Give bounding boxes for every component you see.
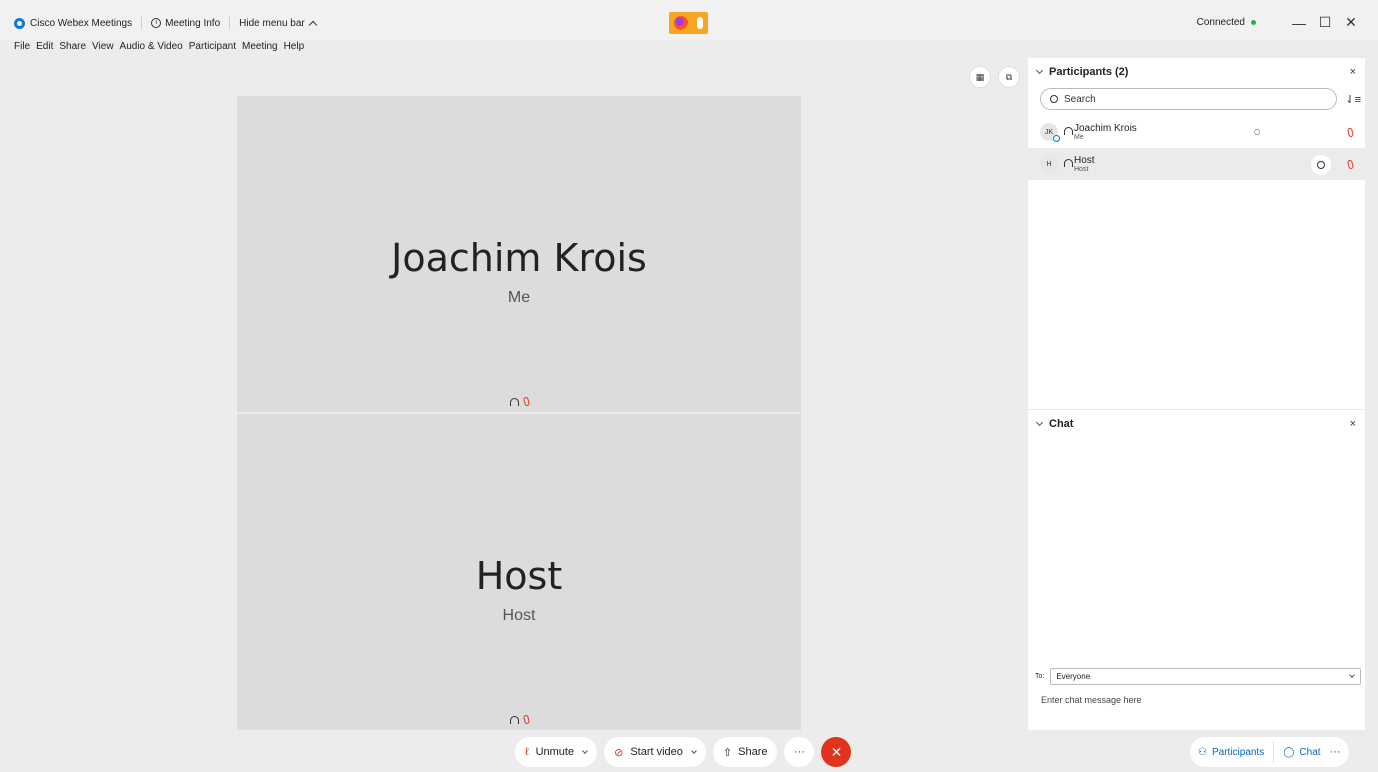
share-icon: ⇧ <box>722 746 733 759</box>
avatar: H <box>1040 155 1058 173</box>
search-icon <box>1050 95 1058 103</box>
mic-muted-icon[interactable] <box>1346 127 1355 138</box>
menu-bar: File Edit Share View Audio & Video Parti… <box>14 41 310 52</box>
info-icon: i <box>151 18 162 28</box>
mic-muted-icon[interactable] <box>1346 159 1355 170</box>
participant-row[interactable]: JK Joachim Krois Me ⍥ <box>1028 116 1365 148</box>
title-bar-right: Connected — ☐ ✕ <box>1197 14 1364 31</box>
search-placeholder: Search <box>1064 93 1096 105</box>
firefox-sharing-indicator[interactable] <box>669 12 708 34</box>
panel-toggles: ⚇ Participants ◯ Chat ··· <box>1190 737 1349 767</box>
close-chat-button[interactable]: × <box>1350 418 1356 430</box>
mic-muted-icon <box>522 396 530 407</box>
start-video-button[interactable]: ⊘ Start video <box>604 737 706 767</box>
menu-audio-video[interactable]: Audio & Video <box>120 41 183 52</box>
chat-panel: Chat × To: Everyone Enter chat message h… <box>1028 410 1365 730</box>
chevron-down-icon[interactable] <box>582 747 588 754</box>
close-participants-button[interactable]: × <box>1350 66 1356 78</box>
participants-header[interactable]: Participants (2) × <box>1028 58 1365 86</box>
tile-role: Host <box>502 607 536 624</box>
people-icon: ⚇ <box>1198 746 1207 758</box>
tile-name: Joachim Krois <box>391 236 647 280</box>
title-bar-left: Cisco Webex Meetings i Meeting Info Hide… <box>14 17 317 29</box>
participant-name: Host <box>1074 155 1095 166</box>
grid-icon: ▦ <box>975 71 985 82</box>
menu-share[interactable]: Share <box>59 41 86 52</box>
participants-title: Participants (2) <box>1049 66 1129 78</box>
pointer-icon: ⍥ <box>1254 128 1260 139</box>
menu-participant[interactable]: Participant <box>189 41 236 52</box>
connection-dot-icon <box>1251 20 1256 25</box>
chat-header[interactable]: Chat × <box>1028 410 1365 438</box>
chevron-down-icon <box>1349 671 1355 678</box>
firefox-icon <box>674 16 688 30</box>
meeting-controls: ℓ Unmute ⊘ Start video ⇧ Share ··· ✕ <box>515 737 852 767</box>
to-label: To: <box>1035 672 1045 680</box>
headset-icon <box>509 397 519 406</box>
video-area: Joachim Krois Me Host Host <box>237 96 801 730</box>
mic-muted-icon <box>522 714 530 725</box>
chat-recipient-select[interactable]: Everyone <box>1050 667 1361 685</box>
unmute-button[interactable]: ℓ Unmute <box>515 737 598 767</box>
tile-role: Me <box>507 289 531 306</box>
chat-title: Chat <box>1049 418 1074 430</box>
chevron-down-icon[interactable] <box>1035 418 1044 427</box>
maximize-button[interactable]: ☐ <box>1312 14 1338 31</box>
mic-muted-icon: ℓ <box>525 746 529 758</box>
menu-file[interactable]: File <box>14 41 30 52</box>
presence-icon <box>1053 135 1060 142</box>
sort-icon[interactable]: ⇃≡ <box>1345 93 1361 106</box>
chat-bubble-icon <box>1317 161 1325 169</box>
video-tile-host[interactable]: Host Host <box>237 414 801 730</box>
minimize-button[interactable]: — <box>1286 15 1312 31</box>
menu-meeting[interactable]: Meeting <box>242 41 278 52</box>
pop-out-button[interactable]: ⧉ <box>998 66 1020 88</box>
participants-panel: Participants (2) × Search ⇃≡ JK Joachim … <box>1028 58 1365 409</box>
chat-toggle-button[interactable]: ◯ Chat <box>1283 747 1320 758</box>
headset-icon <box>1064 159 1073 167</box>
microphone-icon <box>697 17 703 29</box>
tile-name: Host <box>475 554 563 598</box>
chat-with-participant-button[interactable] <box>1311 155 1331 175</box>
chat-message-input[interactable]: Enter chat message here <box>1028 686 1365 714</box>
chevron-down-icon[interactable] <box>691 747 697 754</box>
participant-sub: Me <box>1074 134 1084 141</box>
participant-name: Joachim Krois <box>1074 123 1137 134</box>
participant-search-input[interactable]: Search <box>1040 88 1338 110</box>
chevron-up-icon <box>308 20 317 29</box>
chevron-down-icon[interactable] <box>1035 66 1044 75</box>
menu-view[interactable]: View <box>92 41 114 52</box>
participant-row[interactable]: H Host Host <box>1028 148 1365 180</box>
close-window-button[interactable]: ✕ <box>1338 14 1364 31</box>
pop-out-icon: ⧉ <box>1005 71 1013 82</box>
menu-edit[interactable]: Edit <box>36 41 53 52</box>
more-options-button[interactable]: ··· <box>784 737 815 767</box>
headset-icon <box>509 715 519 724</box>
view-buttons: ▦ ⧉ <box>969 66 1020 88</box>
end-meeting-button[interactable]: ✕ <box>821 737 852 767</box>
headset-icon <box>1064 127 1073 135</box>
app-name: Cisco Webex Meetings <box>30 17 133 29</box>
webex-logo-icon <box>14 17 25 29</box>
avatar: JK <box>1040 123 1060 142</box>
more-panels-button[interactable]: ··· <box>1330 746 1341 758</box>
menu-help[interactable]: Help <box>284 41 305 52</box>
meeting-info-button[interactable]: Meeting Info <box>165 18 220 29</box>
participant-sub: Host <box>1074 166 1089 173</box>
grid-view-button[interactable]: ▦ <box>969 66 991 88</box>
hide-menu-bar-button[interactable]: Hide menu bar <box>239 18 305 29</box>
connection-status: Connected <box>1196 17 1245 28</box>
title-bar: Cisco Webex Meetings i Meeting Info Hide… <box>0 0 1378 40</box>
share-button[interactable]: ⇧ Share <box>712 737 778 767</box>
chat-bubble-icon: ◯ <box>1283 746 1295 758</box>
video-tile-joachim[interactable]: Joachim Krois Me <box>237 96 801 412</box>
participants-toggle-button[interactable]: ⚇ Participants <box>1198 747 1264 758</box>
video-off-icon: ⊘ <box>614 746 624 759</box>
